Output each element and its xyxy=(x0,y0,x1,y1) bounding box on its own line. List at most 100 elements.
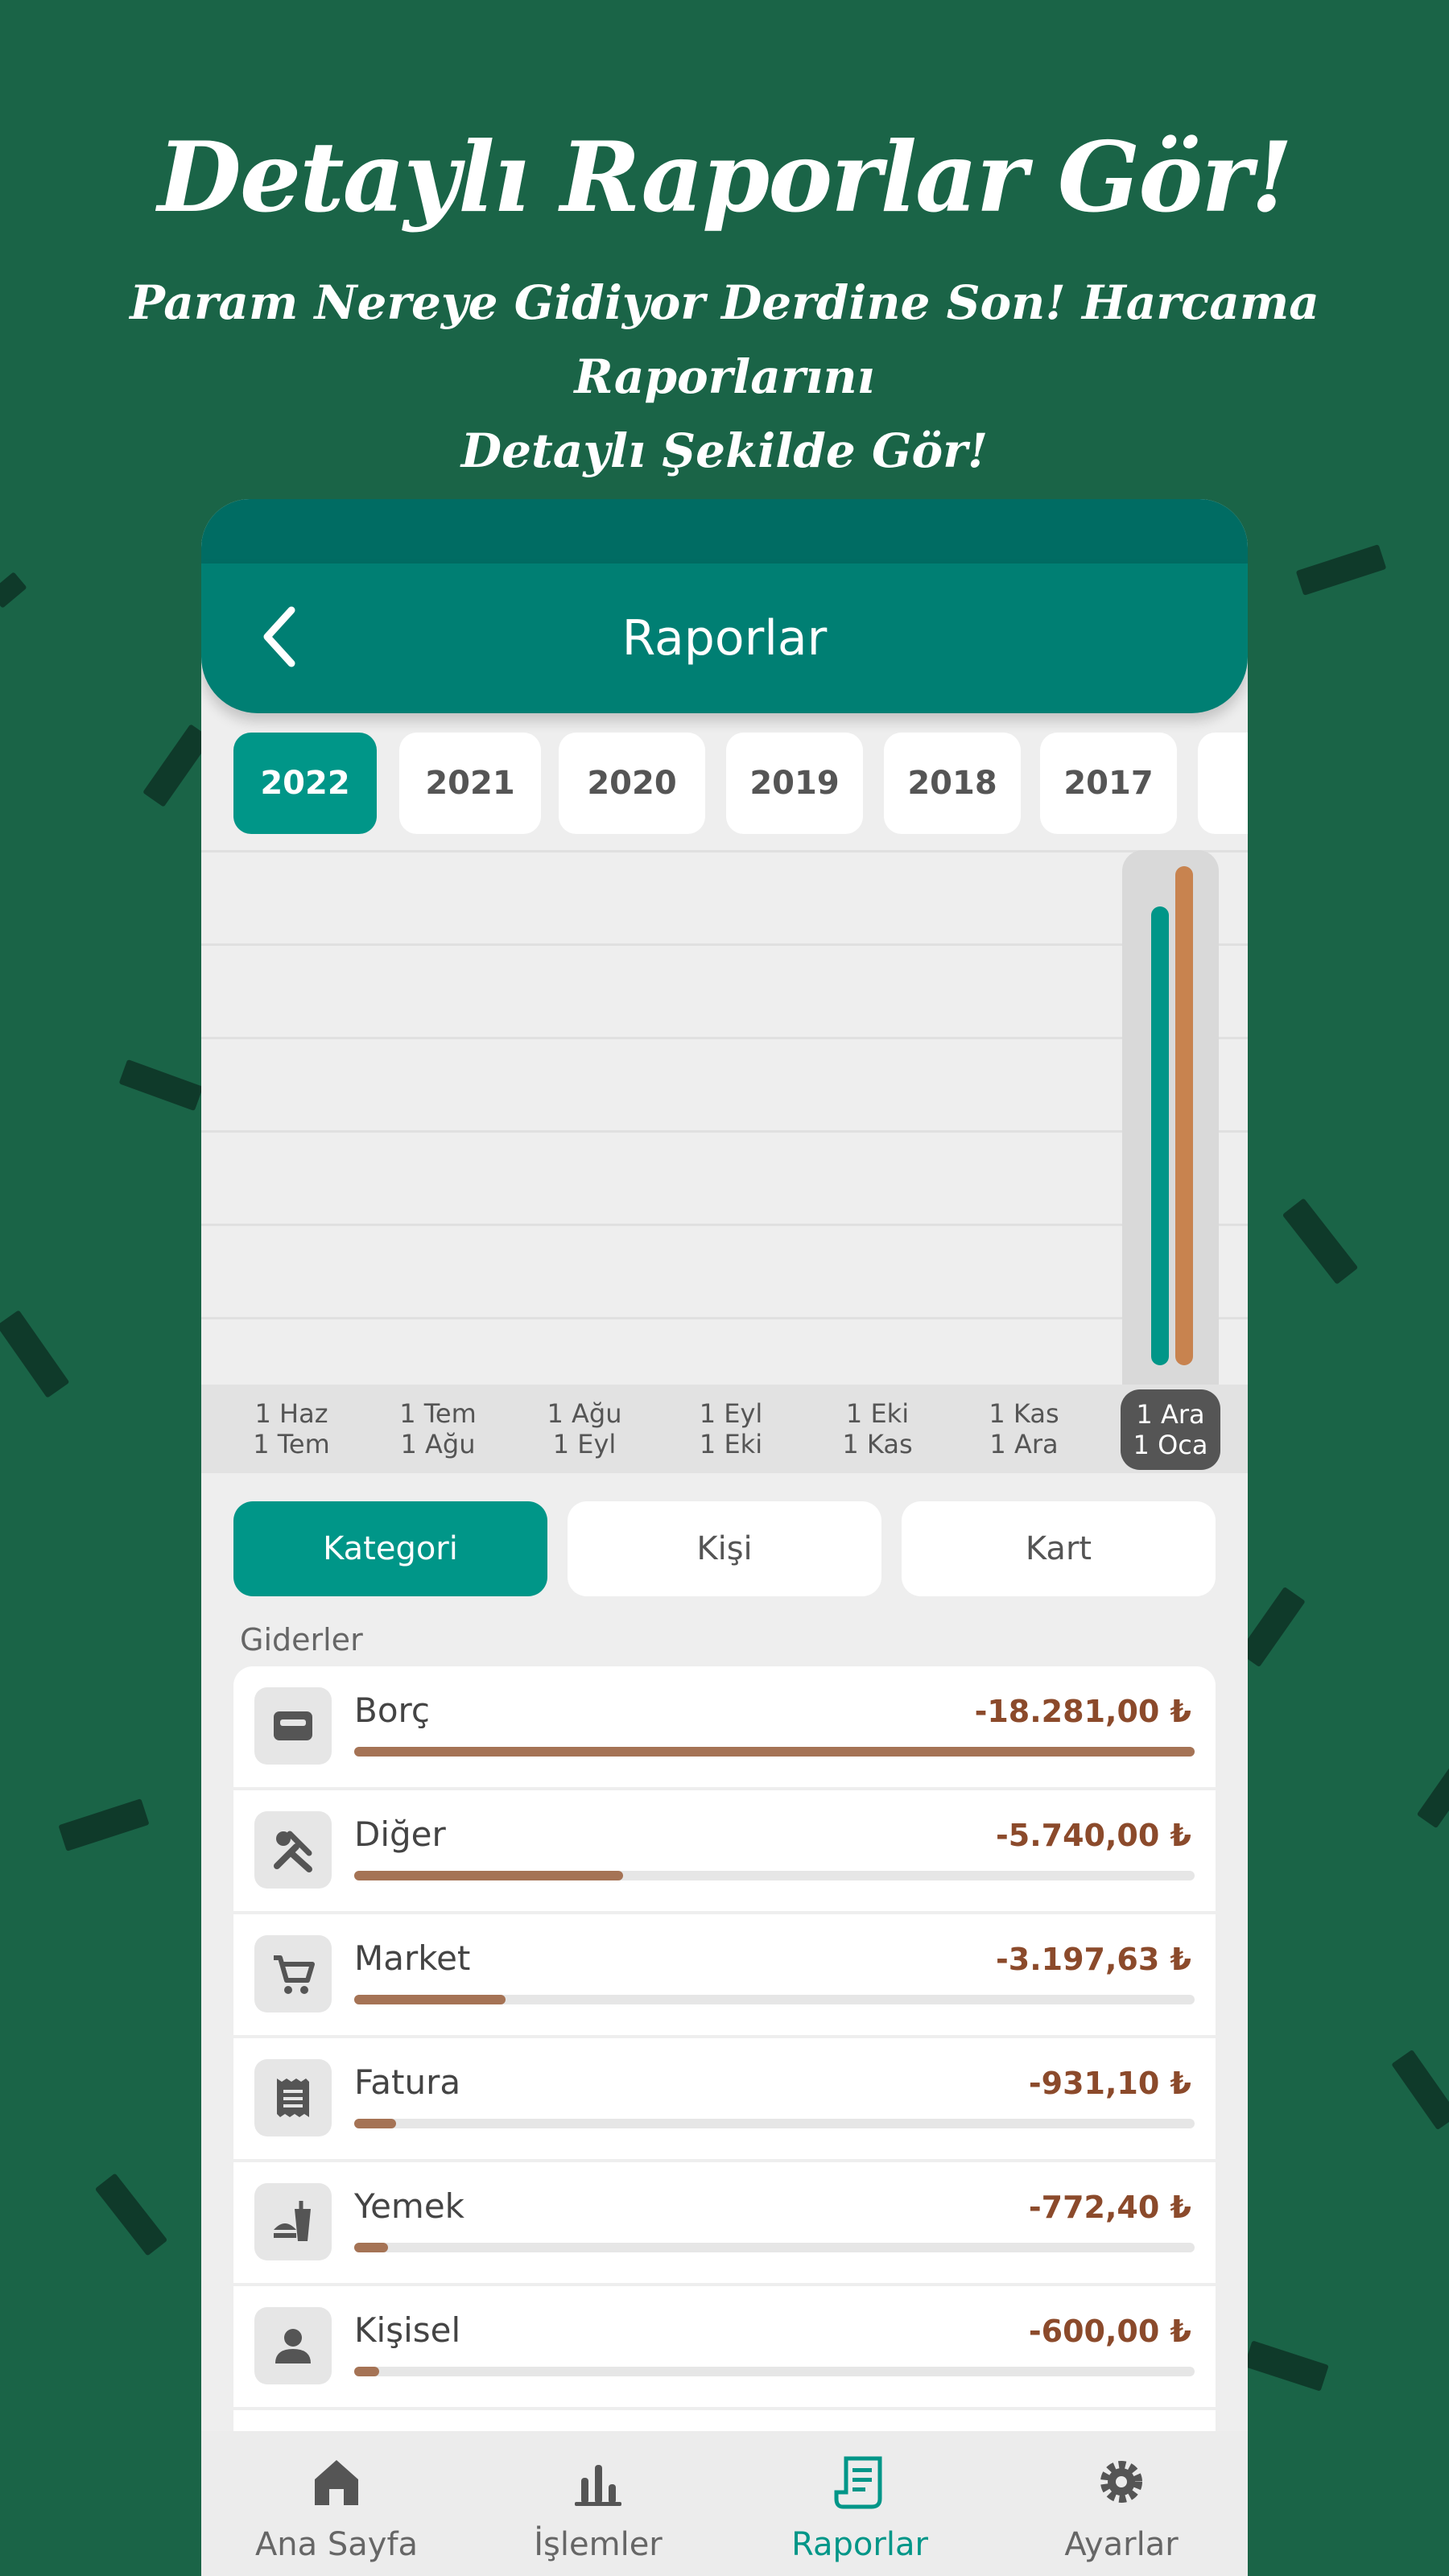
x-tick-line: 1 Haz xyxy=(254,1398,328,1429)
expense-progress-fill xyxy=(354,1747,1195,1757)
expense-progress-fill xyxy=(354,1871,624,1880)
expense-progress-fill xyxy=(354,1995,506,2004)
grid-line xyxy=(201,850,1248,852)
x-tick-label[interactable]: 1 Ara 1 Oca xyxy=(1121,1389,1220,1470)
confetti-decoration xyxy=(1244,2340,1329,2392)
status-bar xyxy=(201,499,1248,564)
segment-kisi[interactable]: Kişi xyxy=(568,1501,881,1596)
promo-subtitle-line: Param Nereye Gidiyor Derdine Son! Harcam… xyxy=(130,275,1319,404)
year-tabs: 2022 2021 2020 2019 2018 2017 xyxy=(201,733,1248,834)
expense-progress-track xyxy=(354,2119,1195,2128)
x-tick-label[interactable]: 1 Haz 1 Tem xyxy=(219,1385,364,1473)
nav-label: Ana Sayfa xyxy=(254,2526,419,2563)
wallet-icon xyxy=(254,1687,332,1765)
tools-icon xyxy=(254,1811,332,1889)
year-tab[interactable]: 2019 xyxy=(726,733,863,834)
nav-item[interactable]: İşlemler xyxy=(477,2431,719,2576)
expense-name: Diğer xyxy=(354,1814,446,1854)
x-tick-line: 1 Eyl xyxy=(552,1429,617,1459)
app-header: Raporlar xyxy=(201,564,1248,713)
expense-progress-track xyxy=(354,1871,1195,1880)
x-tick-line: 1 Ağu xyxy=(547,1398,622,1429)
bar-chart-icon xyxy=(575,2465,621,2506)
phone-screen: Raporlar 2022 2021 2020 2019 2018 2017 1… xyxy=(201,499,1248,2576)
x-tick-line: 1 Eki xyxy=(845,1398,910,1429)
promo-subtitle-line: Detaylı Şekilde Gör! xyxy=(460,423,989,478)
expense-amount: -772,40 ₺ xyxy=(1028,2190,1191,2225)
chevron-left-icon[interactable] xyxy=(250,601,314,673)
grid-line xyxy=(201,1224,1248,1226)
confetti-decoration xyxy=(94,2173,168,2256)
nav-label: Raporlar xyxy=(791,2526,928,2563)
grid-line xyxy=(201,1317,1248,1319)
nav-item[interactable]: Raporlar xyxy=(739,2431,980,2576)
expense-name: Yemek xyxy=(354,2186,464,2226)
gear-icon xyxy=(1100,2461,1142,2503)
segment-kart[interactable]: Kart xyxy=(902,1501,1216,1596)
promo-subtitle: Param Nereye Gidiyor Derdine Son! Harcam… xyxy=(64,266,1385,488)
confetti-decoration xyxy=(1282,1198,1359,1285)
expense-progress-track xyxy=(354,2367,1195,2376)
report-icon xyxy=(834,2456,882,2509)
x-tick-label[interactable]: 1 Tem 1 Ağu xyxy=(365,1385,510,1473)
expense-progress-track xyxy=(354,2243,1195,2252)
receipt-icon xyxy=(254,2059,332,2136)
x-tick-line: 1 Ara xyxy=(989,1429,1059,1459)
expense-row[interactable]: Market -3.197,63 ₺ xyxy=(233,1914,1216,2035)
nav-label: Ayarlar xyxy=(1064,2526,1179,2563)
expense-row[interactable]: Fatura -931,10 ₺ xyxy=(233,2038,1216,2159)
grid-line xyxy=(201,1130,1248,1133)
expense-amount: -3.197,63 ₺ xyxy=(996,1942,1191,1977)
expense-name: Borç xyxy=(354,1690,430,1730)
x-tick-label[interactable]: 1 Eki 1 Kas xyxy=(805,1385,950,1473)
expense-progress-track xyxy=(354,1747,1195,1757)
person-icon xyxy=(254,2307,332,2384)
year-tab[interactable] xyxy=(1198,733,1248,834)
year-tab[interactable]: 2020 xyxy=(559,733,705,834)
cart-icon xyxy=(254,1935,332,2013)
year-tab[interactable]: 2018 xyxy=(884,733,1021,834)
expense-amount: -600,00 ₺ xyxy=(1028,2314,1191,2349)
fastfood-icon xyxy=(254,2183,332,2260)
expense-row[interactable]: Borç -18.281,00 ₺ xyxy=(233,1666,1216,1787)
nav-item[interactable]: Ana Sayfa xyxy=(216,2431,457,2576)
confetti-decoration xyxy=(1295,544,1387,596)
x-tick-line: 1 Kas xyxy=(842,1429,913,1459)
expense-name: Fatura xyxy=(354,2062,461,2102)
grid-line xyxy=(201,1037,1248,1039)
confetti-decoration xyxy=(0,1310,70,1398)
nav-label: İşlemler xyxy=(534,2526,663,2563)
expense-row[interactable]: Diğer -5.740,00 ₺ xyxy=(233,1790,1216,1911)
confetti-decoration xyxy=(0,572,27,609)
nav-item[interactable]: Ayarlar xyxy=(1001,2431,1242,2576)
selected-column-highlight[interactable] xyxy=(1122,850,1219,1414)
year-tab[interactable]: 2021 xyxy=(399,733,541,834)
bottom-nav: Ana Sayfa İşlemler Raporlar Ayarlar xyxy=(201,2431,1248,2576)
confetti-decoration xyxy=(118,1059,204,1112)
expense-row[interactable]: Kişisel -600,00 ₺ xyxy=(233,2286,1216,2407)
chart-x-axis: 1 Haz 1 Tem 1 Tem 1 Ağu 1 Ağu 1 Eyl 1 Eyl 1 Eki… xyxy=(201,1385,1248,1473)
section-label: Giderler xyxy=(240,1622,363,1657)
report-chart xyxy=(201,850,1248,1470)
chart-bar xyxy=(1151,906,1169,1365)
page-title: Raporlar xyxy=(621,610,828,667)
expense-amount: -931,10 ₺ xyxy=(1028,2066,1191,2101)
x-tick-line: 1 Kas xyxy=(989,1398,1059,1429)
expense-name: Kişisel xyxy=(354,2310,461,2350)
x-tick-line: 1 Tem xyxy=(399,1398,477,1429)
x-tick-line: 1 Ara xyxy=(1136,1399,1205,1430)
expense-row[interactable]: Yemek -772,40 ₺ xyxy=(233,2162,1216,2283)
x-tick-line: 1 Oca xyxy=(1133,1430,1208,1460)
confetti-decoration xyxy=(58,1798,150,1852)
x-tick-line: 1 Ağu xyxy=(400,1429,476,1459)
year-tab[interactable]: 2022 xyxy=(233,733,377,834)
expense-name: Market xyxy=(354,1938,471,1978)
x-tick-label[interactable]: 1 Eyl 1 Eki xyxy=(658,1385,803,1473)
x-tick-label[interactable]: 1 Kas 1 Ara xyxy=(952,1385,1096,1473)
x-tick-line: 1 Eyl xyxy=(699,1398,763,1429)
expense-progress-fill xyxy=(354,2367,380,2376)
x-tick-label[interactable]: 1 Ağu 1 Eyl xyxy=(512,1385,657,1473)
segment-kategori[interactable]: Kategori xyxy=(233,1501,547,1596)
year-tab[interactable]: 2017 xyxy=(1040,733,1177,834)
expense-amount: -5.740,00 ₺ xyxy=(996,1818,1191,1853)
